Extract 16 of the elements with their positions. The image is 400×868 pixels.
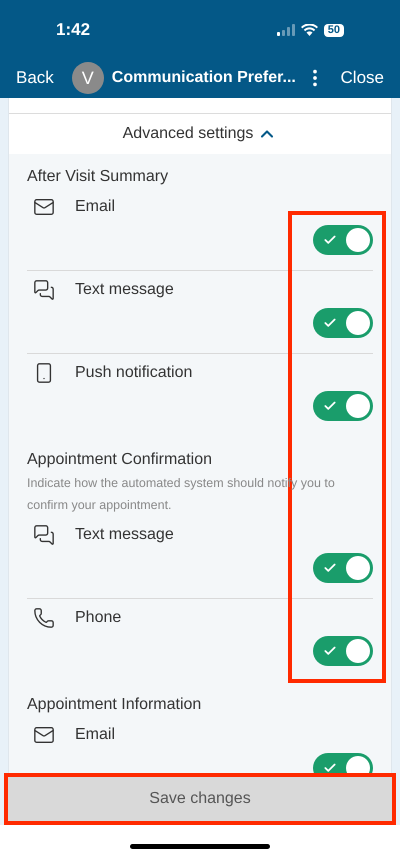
section-title: Appointment Confirmation [27,450,213,470]
option-label: Text message [75,280,174,300]
option-label: Phone [75,608,122,628]
back-button[interactable]: Back [16,65,54,91]
status-time: 1:42 [56,19,90,42]
page-title: Communication Prefer... [112,68,296,88]
avatar: V [72,62,104,94]
option-label: Email [75,197,116,217]
battery-icon: 50 [324,24,344,36]
section-title: After Visit Summary [27,167,170,187]
option-label: Text message [75,525,174,545]
section-title: Appointment Information [27,695,202,715]
save-button[interactable]: Save changes [8,777,392,821]
option-label: Push notification [75,363,192,383]
option-label: Email [75,725,116,745]
close-button[interactable]: Close [340,65,384,91]
